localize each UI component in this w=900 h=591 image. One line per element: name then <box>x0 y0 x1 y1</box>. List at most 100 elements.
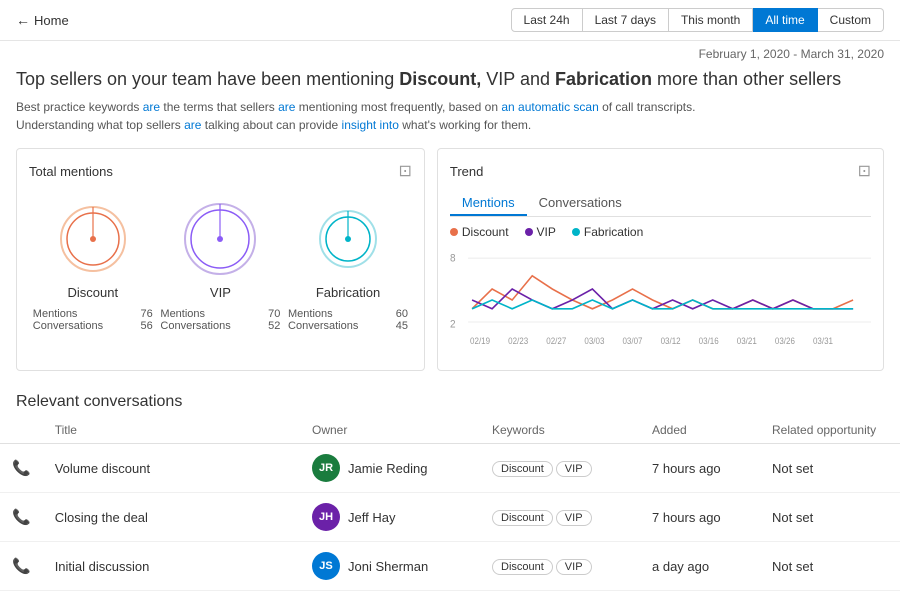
discount-metrics: Mentions 76 Conversations 56 <box>33 308 153 332</box>
svg-text:03/31: 03/31 <box>813 336 833 346</box>
trend-title: Trend ⊡ <box>450 161 871 181</box>
subtext: Best practice keywords are the terms tha… <box>16 98 884 134</box>
legend-fabrication-label: Fabrication <box>584 225 643 239</box>
filter-alltime[interactable]: All time <box>753 8 817 32</box>
circle-discount: Discount Mentions 76 Conversations 56 <box>33 199 153 332</box>
keyword-badge[interactable]: Discount <box>492 559 553 575</box>
vip-label: VIP <box>210 285 231 300</box>
headline-keyword1: Discount, <box>399 69 481 89</box>
fabrication-metrics: Mentions 60 Conversations 45 <box>288 308 408 332</box>
legend-fabrication: Fabrication <box>572 225 643 239</box>
trend-legend: Discount VIP Fabrication <box>450 225 871 239</box>
trend-card: Trend ⊡ Mentions Conversations Discount … <box>437 148 884 371</box>
back-link[interactable]: ← Home <box>16 12 69 28</box>
table-header-row: Title Owner Keywords Added Related oppor… <box>0 417 900 444</box>
table-row[interactable]: 📞 Initial discussion JS Joni Sherman Dis… <box>0 542 900 591</box>
top-bar: ← Home Last 24h Last 7 days This month A… <box>0 0 900 41</box>
vip-metrics: Mentions 70 Conversations 52 <box>160 308 280 332</box>
owner-avatar: JR <box>312 454 340 482</box>
svg-text:02/27: 02/27 <box>546 336 566 346</box>
headline-suffix: more than other sellers <box>652 69 841 89</box>
row-keywords: DiscountVIP <box>480 542 640 591</box>
legend-discount-label: Discount <box>462 225 509 239</box>
subtext2: Understanding what top sellers are talki… <box>16 116 884 134</box>
circle-vip: VIP Mentions 70 Conversations 52 <box>160 199 280 332</box>
svg-text:03/12: 03/12 <box>660 336 680 346</box>
discount-circle-svg <box>53 199 133 279</box>
headline-between2: and <box>515 69 555 89</box>
section-title: Relevant conversations <box>0 381 900 417</box>
row-phone-icon: 📞 <box>0 444 43 493</box>
row-added: a day ago <box>640 542 760 591</box>
owner-name: Jeff Hay <box>348 510 395 525</box>
keyword-badge[interactable]: Discount <box>492 461 553 477</box>
legend-fabrication-dot <box>572 228 580 236</box>
col-icon <box>0 417 43 444</box>
svg-text:03/03: 03/03 <box>584 336 604 346</box>
total-mentions-icon[interactable]: ⊡ <box>398 161 411 181</box>
table-row[interactable]: 📞 Closing the deal JH Jeff Hay DiscountV… <box>0 493 900 542</box>
subtext1: Best practice keywords are the terms tha… <box>16 98 884 116</box>
row-title: Initial discussion <box>43 542 300 591</box>
trend-icon[interactable]: ⊡ <box>858 161 871 181</box>
row-opportunity: Not set <box>760 444 900 493</box>
col-keywords: Keywords <box>480 417 640 444</box>
owner-avatar: JH <box>312 503 340 531</box>
legend-vip: VIP <box>525 225 556 239</box>
legend-vip-label: VIP <box>537 225 556 239</box>
headline-prefix: Top sellers on your team have been menti… <box>16 69 399 89</box>
row-phone-icon: 📞 <box>0 493 43 542</box>
svg-text:02/23: 02/23 <box>508 336 528 346</box>
row-title: Closing the deal <box>43 493 300 542</box>
table-row[interactable]: 📞 Volume discount JR Jamie Reding Discou… <box>0 444 900 493</box>
row-owner: JR Jamie Reding <box>300 444 480 493</box>
keyword-badge[interactable]: Discount <box>492 510 553 526</box>
filter-thismonth[interactable]: This month <box>669 8 753 32</box>
row-keywords: DiscountVIP <box>480 493 640 542</box>
tab-conversations[interactable]: Conversations <box>527 191 634 216</box>
tab-mentions[interactable]: Mentions <box>450 191 527 216</box>
cards-row: Total mentions ⊡ Discount Mentions 76 Co… <box>0 138 900 381</box>
back-label: Home <box>34 13 69 28</box>
row-added: 7 hours ago <box>640 444 760 493</box>
owner-name: Joni Sherman <box>348 559 428 574</box>
row-added: 7 hours ago <box>640 493 760 542</box>
row-owner: JS Joni Sherman <box>300 542 480 591</box>
filter-last24h[interactable]: Last 24h <box>511 8 583 32</box>
row-opportunity: Not set <box>760 493 900 542</box>
keyword-badge[interactable]: VIP <box>556 510 592 526</box>
back-arrow-icon: ← <box>16 12 30 28</box>
svg-text:8: 8 <box>450 252 456 265</box>
legend-discount-dot <box>450 228 458 236</box>
filter-last7d[interactable]: Last 7 days <box>583 8 669 32</box>
legend-vip-dot <box>525 228 533 236</box>
svg-text:03/21: 03/21 <box>737 336 757 346</box>
time-filters: Last 24h Last 7 days This month All time… <box>511 8 884 32</box>
fabrication-circle-svg <box>308 199 388 279</box>
svg-text:03/07: 03/07 <box>622 336 642 346</box>
trend-tabs: Mentions Conversations <box>450 191 871 217</box>
fabrication-label: Fabrication <box>316 285 380 300</box>
keyword-badge[interactable]: VIP <box>556 559 592 575</box>
headline: Top sellers on your team have been menti… <box>16 67 884 92</box>
trend-chart: 8 2 02/19 02/23 02/27 03/03 03/07 03/12 … <box>450 245 871 355</box>
headline-keyword2: Fabrication <box>555 69 652 89</box>
headline-section: Top sellers on your team have been menti… <box>0 63 900 138</box>
svg-text:03/26: 03/26 <box>775 336 795 346</box>
col-opportunity: Related opportunity <box>760 417 900 444</box>
row-owner: JH Jeff Hay <box>300 493 480 542</box>
circles-row: Discount Mentions 76 Conversations 56 VI… <box>29 191 412 340</box>
svg-text:2: 2 <box>450 318 456 331</box>
legend-discount: Discount <box>450 225 509 239</box>
owner-avatar: JS <box>312 552 340 580</box>
date-range: February 1, 2020 - March 31, 2020 <box>0 41 900 63</box>
headline-between1: VIP <box>481 69 515 89</box>
row-opportunity: Not set <box>760 542 900 591</box>
circle-fabrication: Fabrication Mentions 60 Conversations 45 <box>288 199 408 332</box>
filter-custom[interactable]: Custom <box>818 8 884 32</box>
svg-text:02/19: 02/19 <box>470 336 490 346</box>
col-title: Title <box>43 417 300 444</box>
keyword-badge[interactable]: VIP <box>556 461 592 477</box>
col-owner: Owner <box>300 417 480 444</box>
discount-label: Discount <box>68 285 119 300</box>
